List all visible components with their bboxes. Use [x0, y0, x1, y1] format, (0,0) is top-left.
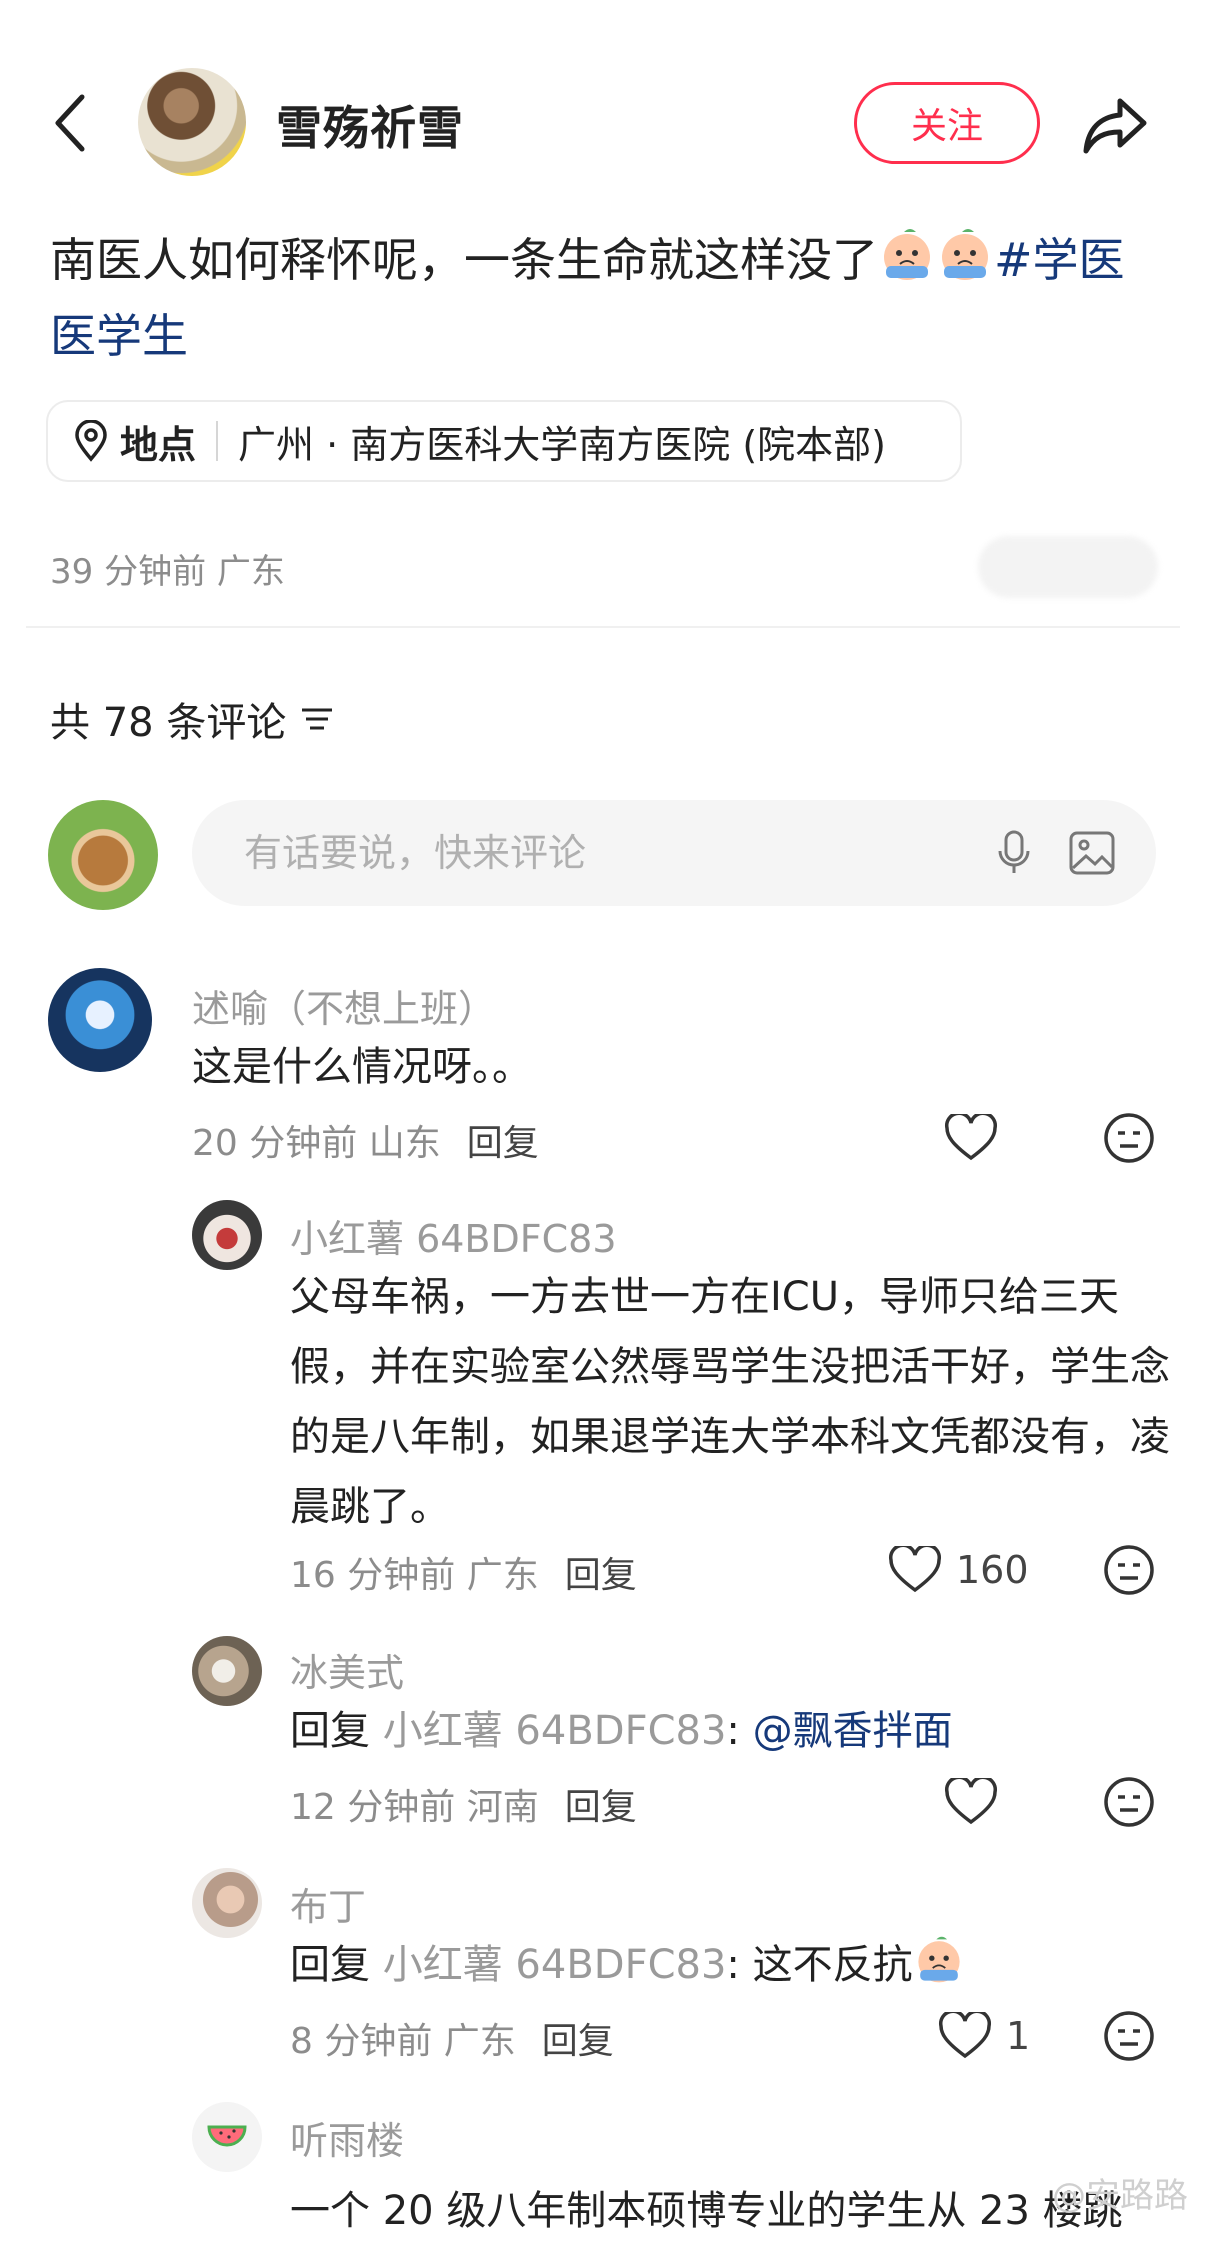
- comment-time: 16 分钟前 广东: [290, 1555, 539, 1596]
- location-chip[interactable]: 地点 广州 · 南方医科大学南方医院 (院本部): [46, 400, 962, 482]
- location-label: 地点: [120, 422, 197, 467]
- dislike-button[interactable]: [1100, 1110, 1156, 1166]
- dislike-button[interactable]: [1100, 1774, 1156, 1830]
- reply-button[interactable]: 回复: [565, 1555, 637, 1596]
- post-body: 南医人如何释怀呢，一条生命就这样没了: [50, 233, 878, 287]
- crying-face-icon: [884, 229, 930, 280]
- comment-time: 12 分钟前 河南: [290, 1787, 539, 1828]
- reply-button[interactable]: 回复: [565, 1787, 637, 1828]
- heart-icon: [945, 1778, 997, 1825]
- comment-input[interactable]: [242, 830, 960, 876]
- comment-meta: 12 分钟前 河南 回复: [290, 1778, 637, 1830]
- comment-text: 回复 小红薯 64BDFC83: 这不反抗: [290, 1930, 965, 2000]
- comment-text: 一个 20 级八年制本硕博专业的学生从 23 楼跳: [290, 2188, 1123, 2234]
- like-button[interactable]: [938, 1774, 998, 1830]
- location-divider: [216, 421, 219, 461]
- comment-time: 8 分钟前 广东: [290, 2021, 516, 2062]
- dislike-button[interactable]: [1100, 1542, 1156, 1598]
- image-icon: [1069, 831, 1115, 875]
- comment-text: 回复 小红薯 64BDFC83: @飘香拌面: [290, 1708, 953, 1754]
- post-header: 雪殇祈雪 关注: [0, 0, 1206, 200]
- commenter-name[interactable]: 冰美式: [290, 1642, 404, 1697]
- image-button[interactable]: [1068, 830, 1116, 876]
- location-value: 广州 · 南方医科大学南方医院 (院本部): [238, 422, 886, 467]
- neutral-face-icon: [1104, 2011, 1154, 2061]
- watermark: @安路路: [1052, 2176, 1188, 2216]
- heart-icon: [889, 1546, 941, 1593]
- commenter-avatar[interactable]: [192, 1200, 262, 1270]
- crying-face-icon: [942, 229, 988, 280]
- dislike-button[interactable]: [1100, 2008, 1156, 2064]
- comment-meta: 8 分钟前 广东 回复: [290, 2012, 614, 2064]
- reply-button[interactable]: 回复: [467, 1123, 539, 1164]
- commenter-name[interactable]: 述喻（不想上班）: [192, 978, 496, 1033]
- neutral-face-icon: [1104, 1113, 1154, 1163]
- comment-meta: 20 分钟前 山东 回复: [192, 1114, 539, 1166]
- reply-target[interactable]: 小红薯 64BDFC83: [383, 1942, 727, 1988]
- blurred-chip: [978, 536, 1158, 598]
- post-text: 南医人如何释怀呢，一条生命就这样没了 #学医 医学生: [50, 222, 1160, 374]
- watermelon-icon: [207, 2125, 247, 2147]
- heart-icon: [945, 1114, 997, 1161]
- reply-target[interactable]: 小红薯 64BDFC83: [383, 1708, 727, 1754]
- reply-body: 这不反抗: [752, 1942, 913, 1988]
- crying-face-icon: [918, 1936, 960, 1983]
- like-count: 1: [1006, 2014, 1031, 2058]
- commenter-avatar[interactable]: [192, 1868, 262, 1938]
- like-button[interactable]: 160: [888, 1540, 1038, 1600]
- reply-prefix: 回复: [290, 1942, 370, 1988]
- location-pin-icon: [75, 420, 107, 462]
- commenter-name[interactable]: 听雨楼: [290, 2110, 404, 2165]
- commenter-avatar[interactable]: [192, 2102, 262, 2172]
- microphone-icon: [998, 830, 1030, 873]
- share-button[interactable]: [1080, 90, 1150, 160]
- my-avatar: [48, 800, 158, 910]
- author-avatar[interactable]: [138, 68, 246, 176]
- neutral-face-icon: [1104, 1545, 1154, 1595]
- neutral-face-icon: [1104, 1777, 1154, 1827]
- commenter-avatar[interactable]: [192, 1636, 262, 1706]
- divider: [26, 626, 1180, 628]
- mic-button[interactable]: [996, 829, 1032, 877]
- comment-count-text: 共 78 条评论: [50, 700, 287, 746]
- comment-count: 共 78 条评论: [50, 690, 334, 748]
- heart-icon: [939, 2012, 991, 2059]
- mention-link[interactable]: @飘香拌面: [753, 1708, 953, 1754]
- back-button[interactable]: [40, 88, 100, 158]
- follow-button[interactable]: 关注: [854, 82, 1040, 164]
- reply-button[interactable]: 回复: [542, 2021, 614, 2062]
- chevron-left-icon: [55, 94, 85, 152]
- like-button[interactable]: [938, 1110, 998, 1166]
- commenter-name[interactable]: 小红薯 64BDFC83: [290, 1208, 617, 1263]
- comment-time: 20 分钟前 山东: [192, 1123, 441, 1164]
- commenter-avatar[interactable]: [48, 968, 152, 1072]
- like-count: 160: [956, 1548, 1029, 1592]
- comment-meta: 16 分钟前 广东 回复: [290, 1546, 637, 1598]
- comment-text: 父母车祸，一方去世一方在ICU，导师只给三天假，并在实验室公然辱骂学生没把活干好…: [290, 1274, 1170, 1530]
- share-arrow-icon: [1083, 98, 1147, 154]
- sort-icon[interactable]: [300, 704, 334, 734]
- reply-prefix: 回复: [290, 1708, 370, 1754]
- comment-text: 这是什么情况呀。。: [192, 1044, 532, 1090]
- like-button[interactable]: 1: [938, 2008, 1058, 2064]
- comment-input-bar[interactable]: [192, 800, 1156, 906]
- commenter-name[interactable]: 布丁: [290, 1876, 366, 1931]
- author-name[interactable]: 雪殇祈雪: [276, 92, 464, 158]
- post-time-region: 39 分钟前 广东: [50, 552, 285, 592]
